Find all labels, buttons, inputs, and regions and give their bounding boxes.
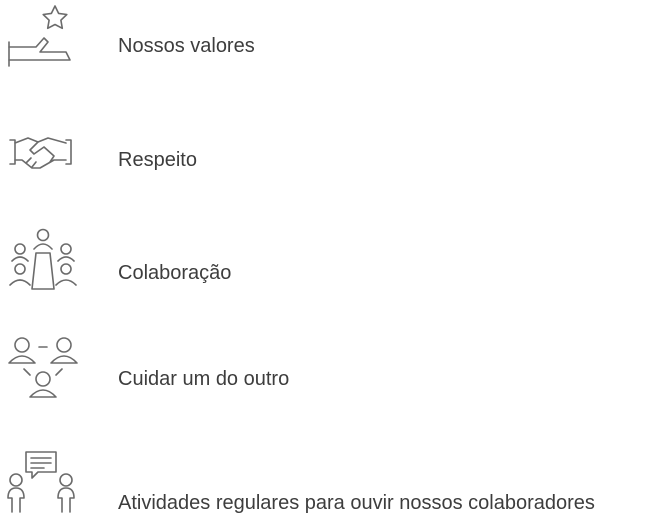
value-label: Respeito — [118, 149, 197, 171]
handshake-icon — [4, 118, 82, 190]
values-list: Nossos valores Respeito Colaboração Cuid… — [0, 0, 652, 528]
value-item-nossos-valores: Nossos valores — [0, 2, 652, 82]
value-label: Atividades regulares para ouvir nossos c… — [118, 492, 595, 514]
value-label: Cuidar um do outro — [118, 368, 290, 390]
value-item-cuidar-um-do-outro: Cuidar um do outro — [0, 335, 652, 415]
value-label: Colaboração — [118, 262, 232, 284]
team-table-icon — [4, 225, 82, 297]
value-label: Nossos valores — [118, 35, 255, 57]
value-item-respeito: Respeito — [0, 118, 652, 198]
star-hand-icon — [4, 2, 82, 74]
value-item-colaboracao: Colaboração — [0, 225, 652, 305]
people-feedback-icon — [4, 448, 82, 520]
people-network-icon — [4, 335, 82, 407]
value-item-atividades-regulares: Atividades regulares para ouvir nossos c… — [0, 448, 652, 528]
